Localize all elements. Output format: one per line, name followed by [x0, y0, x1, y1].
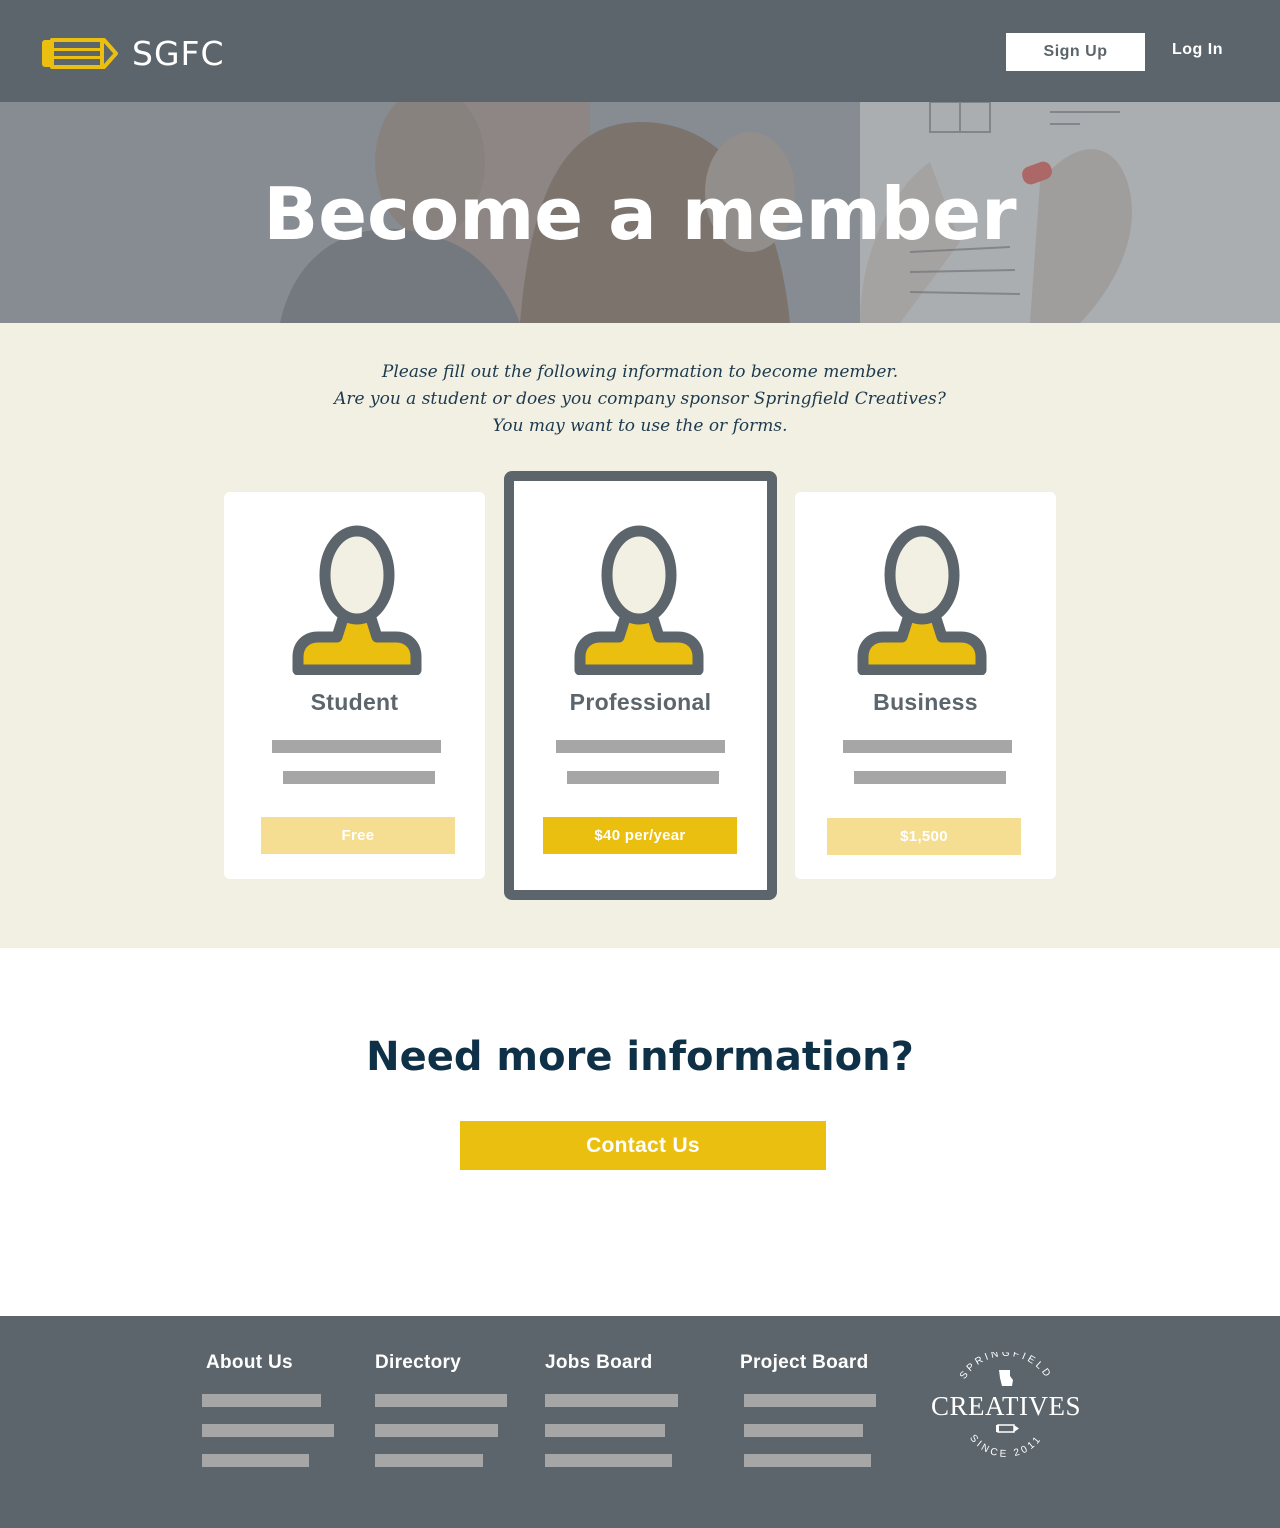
footer-link-project-board[interactable]: Project Board	[740, 1352, 869, 1374]
intro-line: You may want to use the or forms.	[492, 416, 788, 436]
membership-section: Please fill out the following informatio…	[0, 323, 1280, 948]
contact-us-button[interactable]: Contact Us	[460, 1121, 826, 1170]
plan-price-button[interactable]: $40 per/year	[543, 817, 737, 854]
plan-card-student[interactable]: Student Free	[224, 492, 485, 879]
person-icon	[292, 525, 422, 675]
site-footer: About Us Directory Jobs Board Project Bo…	[0, 1316, 1280, 1528]
footer-placeholder-link[interactable]	[545, 1424, 665, 1437]
sign-up-button[interactable]: Sign Up	[1006, 33, 1145, 71]
missouri-state-icon	[999, 1370, 1013, 1386]
plan-title: Professional	[569, 689, 712, 715]
person-icon	[857, 525, 987, 675]
hero-title: Become a member	[263, 172, 1017, 256]
pencil-icon	[996, 1424, 1019, 1433]
footer-placeholder-link[interactable]	[202, 1424, 334, 1437]
footer-link-directory[interactable]: Directory	[375, 1352, 461, 1374]
placeholder-text-bar	[854, 771, 1006, 784]
placeholder-text-bar	[556, 740, 725, 753]
person-icon	[574, 525, 704, 675]
seal-bottom-text: SINCE 2011	[967, 1433, 1041, 1460]
footer-placeholder-link[interactable]	[744, 1454, 871, 1467]
footer-placeholder-link[interactable]	[375, 1454, 483, 1467]
plan-card-professional[interactable]: Professional $40 per/year	[504, 471, 777, 900]
intro-line: Are you a student or does you company sp…	[334, 389, 946, 409]
footer-link-about-us[interactable]: About Us	[206, 1352, 293, 1374]
logo[interactable]: SGFC	[42, 34, 225, 73]
plan-price-button[interactable]: $1,500	[827, 818, 1021, 855]
placeholder-text-bar	[272, 740, 441, 753]
site-header: SGFC Sign Up Log In	[0, 0, 1280, 102]
footer-placeholder-link[interactable]	[545, 1394, 678, 1407]
plan-title: Student	[310, 689, 399, 715]
footer-placeholder-link[interactable]	[375, 1424, 498, 1437]
seal-name: CREATIVES	[931, 1391, 1081, 1421]
springfield-creatives-seal-logo: SPRINGFIELD CREATIVES SINCE 2011	[931, 1352, 1081, 1460]
intro-text: Please fill out the following informatio…	[0, 359, 1280, 440]
footer-placeholder-link[interactable]	[375, 1394, 507, 1407]
footer-placeholder-link[interactable]	[744, 1394, 876, 1407]
footer-link-jobs-board[interactable]: Jobs Board	[545, 1352, 653, 1374]
placeholder-text-bar	[283, 771, 435, 784]
brand-name: SGFC	[132, 34, 225, 73]
pencil-logo-icon	[42, 37, 118, 69]
hero-banner: Become a member	[0, 102, 1280, 323]
svg-text:SINCE 2011: SINCE 2011	[967, 1433, 1044, 1460]
plan-price-button[interactable]: Free	[261, 817, 455, 854]
log-in-link[interactable]: Log In	[1172, 41, 1223, 59]
intro-line: Please fill out the following informatio…	[381, 362, 899, 382]
info-heading: Need more information?	[366, 1034, 914, 1080]
footer-placeholder-link[interactable]	[202, 1454, 309, 1467]
plan-card-business[interactable]: Business $1,500	[795, 492, 1056, 879]
placeholder-text-bar	[843, 740, 1012, 753]
footer-placeholder-link[interactable]	[202, 1394, 321, 1407]
placeholder-text-bar	[567, 771, 719, 784]
plan-title: Business	[873, 689, 978, 715]
footer-placeholder-link[interactable]	[545, 1454, 672, 1467]
footer-placeholder-link[interactable]	[744, 1424, 863, 1437]
